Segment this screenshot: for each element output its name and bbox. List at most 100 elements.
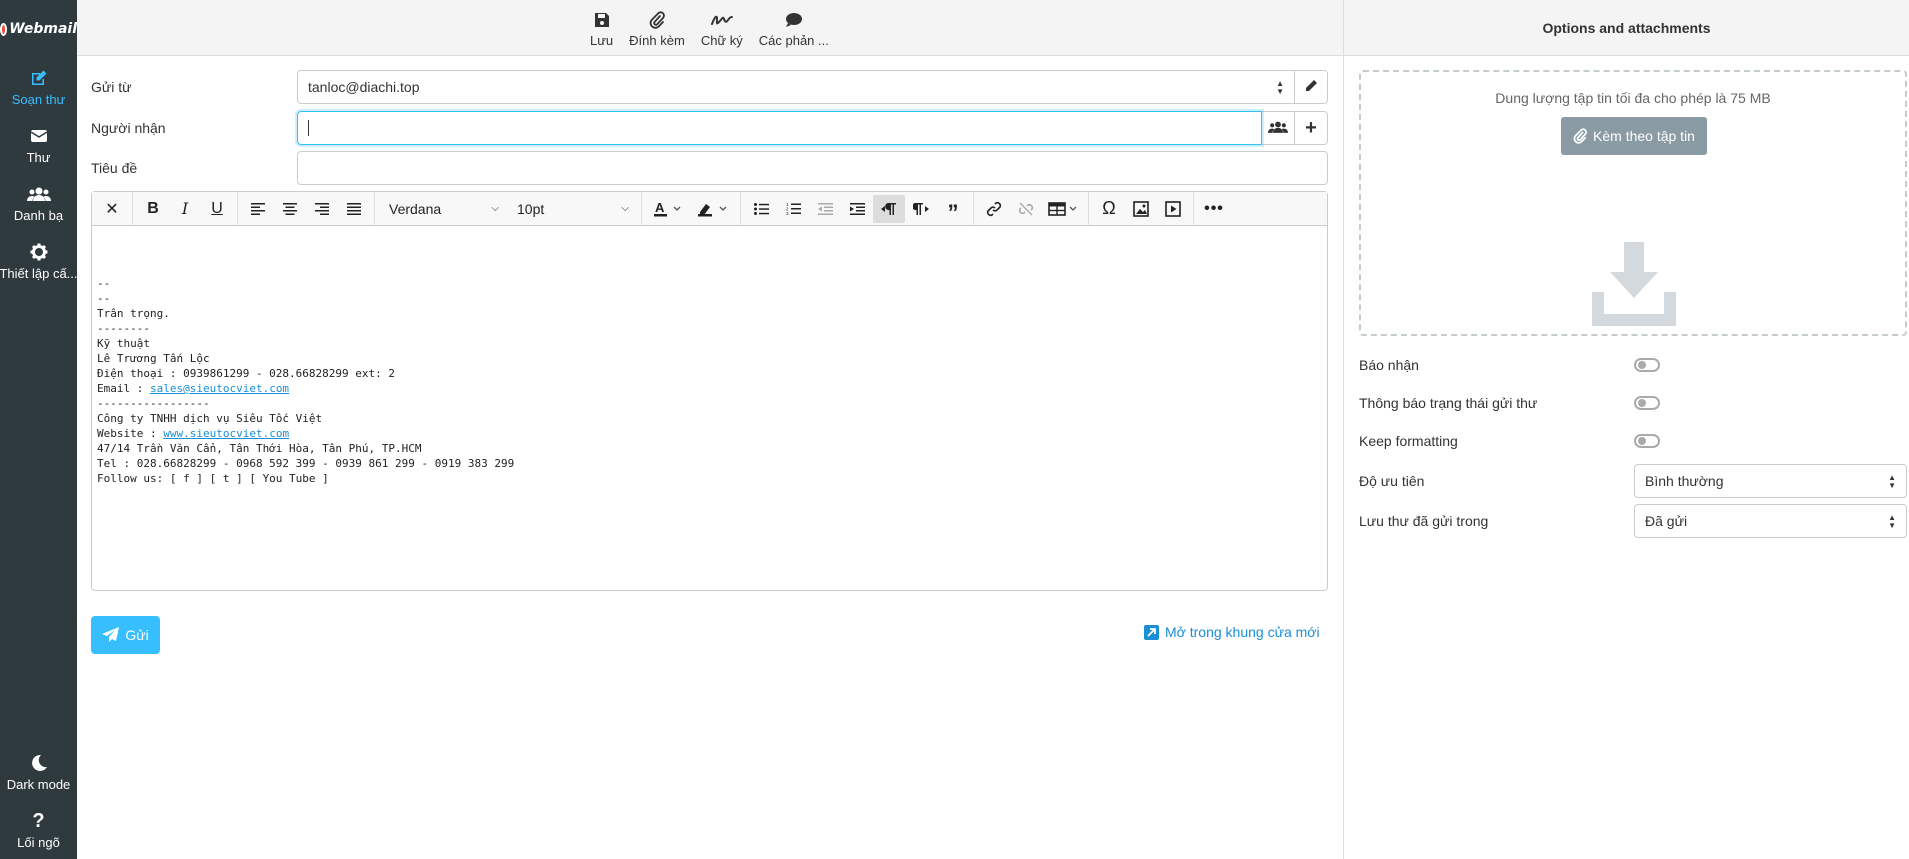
align-right-icon[interactable] (306, 195, 338, 223)
bullet-list-icon[interactable] (745, 195, 777, 223)
send-button[interactable]: Gửi (91, 616, 160, 654)
keep-formatting-label: Keep formatting (1359, 433, 1458, 449)
signature-button[interactable]: Chữ ký (693, 0, 751, 56)
body-line: Follow us: [ f ] [ t ] [ You Tube ] (97, 472, 329, 485)
table-icon[interactable] (1042, 195, 1084, 223)
attachment-dropzone[interactable]: Dung lượng tập tin tối đa cho phép là 75… (1359, 70, 1907, 336)
special-char-icon[interactable]: Ω (1093, 195, 1125, 223)
align-center-icon[interactable] (274, 195, 306, 223)
dsn-toggle[interactable] (1634, 396, 1660, 410)
options-panel-title: Options and attachments (1344, 0, 1909, 56)
to-label: Người nhận (91, 120, 166, 136)
options-panel: Options and attachments Dung lượng tập t… (1343, 0, 1909, 859)
receipt-toggle[interactable] (1634, 358, 1660, 372)
from-select[interactable]: tanloc@diachi.top ▲ ▼ (297, 70, 1295, 104)
open-in-new-window-link[interactable]: Mở trong khung cửa mới (1144, 624, 1320, 640)
chevron-down-icon: ⌵ (621, 203, 629, 214)
nav-item-dark-mode[interactable]: Dark mode (0, 743, 77, 801)
italic-icon[interactable]: I (169, 195, 201, 223)
moon-icon (30, 752, 48, 774)
nav-item-compose[interactable]: Soạn thư (0, 58, 77, 116)
email-prefix: Email : (97, 382, 150, 395)
close-icon[interactable]: ✕ (96, 195, 128, 223)
priority-value: Bình thường (1645, 473, 1724, 489)
save-icon (594, 9, 610, 31)
nav-item-mail[interactable]: Thư (0, 116, 77, 174)
left-nav: Webmail Soạn thư Thư Danh bạ Thiết lập c… (0, 0, 77, 859)
body-line: Công ty TNHH dịch vụ Siêu Tốc Việt (97, 412, 323, 425)
to-row: Người nhận + (91, 111, 1328, 145)
subject-input[interactable] (297, 151, 1328, 185)
responses-button[interactable]: Các phản ... (751, 0, 837, 56)
attach-button[interactable]: Đính kèm (621, 0, 693, 56)
indent-icon[interactable] (841, 195, 873, 223)
from-row: Gửi từ tanloc@diachi.top ▲ ▼ (91, 70, 1328, 104)
attach-label: Đính kèm (629, 32, 685, 48)
toolbar-divider (374, 191, 375, 226)
more-options-icon[interactable]: ••• (1198, 195, 1230, 223)
priority-select[interactable]: Bình thường ▲ ▼ (1634, 464, 1907, 498)
sent-folder-label: Lưu thư đã gửi trong (1359, 513, 1489, 529)
body-line: -- (97, 277, 111, 290)
nav-label-contacts: Danh bạ (13, 208, 64, 223)
nav-item-settings[interactable]: Thiết lập cấ... (0, 232, 77, 290)
keep-formatting-toggle[interactable] (1634, 434, 1660, 448)
bold-icon[interactable]: B (137, 195, 169, 223)
nav-item-contacts[interactable]: Danh bạ (0, 174, 77, 232)
edit-identity-button[interactable] (1295, 70, 1328, 104)
save-button[interactable]: Lưu (582, 0, 621, 56)
keep-formatting-option: Keep formatting (1359, 424, 1907, 458)
to-input[interactable] (297, 111, 1262, 145)
address-book-button[interactable] (1262, 111, 1295, 145)
subject-label: Tiêu đề (91, 160, 138, 176)
font-family-value: Verdana (389, 200, 442, 217)
sent-folder-select[interactable]: Đã gửi ▲ ▼ (1634, 504, 1907, 538)
body-line: -------- (97, 322, 150, 335)
sent-folder-option: Lưu thư đã gửi trong Đã gửi ▲ ▼ (1359, 504, 1907, 538)
add-recipient-button[interactable]: + (1295, 111, 1328, 145)
question-icon: ? (32, 809, 45, 832)
toolbar-divider (1088, 191, 1089, 226)
highlight-color-icon[interactable] (690, 195, 736, 223)
rtl-direction-icon[interactable] (905, 195, 937, 223)
attach-file-label: Kèm theo tập tin (1593, 128, 1695, 144)
email-link[interactable]: sales@sieutocviet.com (150, 382, 289, 395)
toolbar-divider (641, 191, 642, 226)
blockquote-icon[interactable]: ” (937, 195, 969, 225)
font-family-select[interactable]: Verdana ⌵ (379, 195, 507, 223)
nav-item-logout[interactable]: ? Lối ngõ (0, 801, 77, 859)
text-caret (308, 120, 309, 136)
align-justify-icon[interactable] (338, 195, 370, 223)
nav-label-mail: Thư (26, 150, 51, 165)
font-size-select[interactable]: 10pt ⌵ (507, 195, 637, 223)
image-icon[interactable] (1125, 195, 1157, 223)
toolbar-buttons: Lưu Đính kèm Chữ ký Các phản ... (582, 0, 837, 56)
unlink-icon[interactable] (1010, 195, 1042, 223)
signature-label: Chữ ký (700, 32, 743, 48)
users-icon (1268, 120, 1288, 137)
toolbar-divider (1193, 191, 1194, 226)
nav-label-dark-mode: Dark mode (6, 777, 71, 792)
outdent-icon[interactable] (809, 195, 841, 223)
body-line: Kỹ thuật (97, 337, 150, 350)
body-line: -- (97, 292, 111, 305)
open-new-label: Mở trong khung cửa mới (1165, 624, 1320, 640)
svg-text:3: 3 (786, 211, 789, 215)
nav-bottom: Dark mode ? Lối ngõ (0, 743, 77, 859)
text-color-icon[interactable]: A (646, 195, 690, 223)
editor-body[interactable]: -- -- Trân trọng. -------- Kỹ thuật Lê T… (97, 276, 514, 486)
underline-icon[interactable]: U (201, 195, 233, 223)
users-icon (26, 183, 51, 205)
logo[interactable]: Webmail (0, 0, 77, 58)
toolbar-divider (973, 191, 974, 226)
attach-file-button[interactable]: Kèm theo tập tin (1561, 117, 1707, 155)
body-line: 47/14 Trần Văn Cẩn, Tân Thới Hòa, Tân Ph… (97, 442, 422, 455)
pencil-icon (1304, 79, 1318, 96)
external-link-icon (1144, 624, 1159, 640)
link-icon[interactable] (978, 195, 1010, 223)
align-left-icon[interactable] (242, 195, 274, 223)
numbered-list-icon[interactable]: 123 (777, 195, 809, 223)
ltr-direction-icon[interactable] (873, 194, 905, 223)
media-icon[interactable] (1157, 195, 1189, 223)
website-link[interactable]: www.sieutocviet.com (163, 427, 289, 440)
